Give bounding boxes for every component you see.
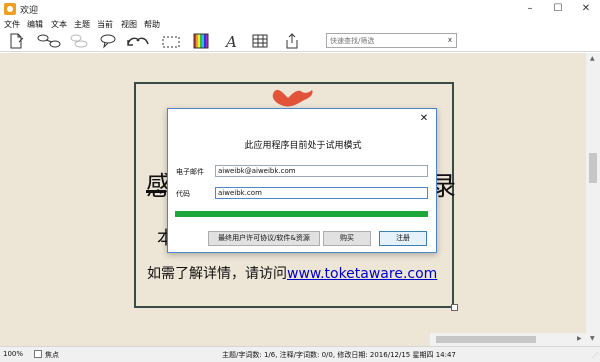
menu-view[interactable]: 视图 <box>121 19 137 30</box>
register-button[interactable]: 注册 <box>379 231 427 246</box>
maximize-button[interactable]: ☐ <box>544 0 572 18</box>
table-icon[interactable] <box>251 32 269 50</box>
horizontal-scroll-thumb[interactable] <box>436 336 536 343</box>
title-bar: 欢迎 – ☐ ✕ <box>0 0 600 18</box>
visit-info: 如需了解详情，请访问www.toketaware.com <box>147 263 437 283</box>
scroll-right-icon[interactable]: ▶ <box>577 335 582 342</box>
export-icon[interactable] <box>283 32 301 50</box>
new-document-icon[interactable] <box>7 32 25 50</box>
email-label: 电子邮件 <box>176 168 204 176</box>
menu-help[interactable]: 帮助 <box>144 19 160 30</box>
topic-underline <box>146 190 166 193</box>
menu-edit[interactable]: 编辑 <box>27 19 43 30</box>
visit-prefix: 如需了解详情，请访问 <box>147 266 287 282</box>
email-field[interactable]: aiweibk@aiweibk.com <box>215 165 428 177</box>
app-icon <box>4 3 16 15</box>
search-box: x <box>326 33 457 48</box>
menu-topic[interactable]: 主题 <box>74 19 90 30</box>
font-icon[interactable]: A <box>222 32 240 50</box>
code-field[interactable]: aiweibk.com <box>215 187 428 199</box>
window-title: 欢迎 <box>20 6 39 16</box>
search-input[interactable] <box>327 34 445 47</box>
status-bar: 100% 焦点 主题/字词数: 1/6, 注释/字词数: 0/0, 修改日期: … <box>0 346 600 362</box>
buy-button[interactable]: 购买 <box>323 231 371 246</box>
trial-progress-bar <box>175 211 428 217</box>
search-clear-button[interactable]: x <box>445 34 455 47</box>
color-icon[interactable] <box>192 32 210 50</box>
boundary-icon[interactable] <box>160 32 182 50</box>
vertical-scroll-thumb[interactable] <box>589 153 597 183</box>
undo-redo-icon[interactable] <box>125 32 151 50</box>
group-topics-icon[interactable] <box>68 32 90 50</box>
toolbar: A x <box>0 30 600 52</box>
link-topics-icon[interactable] <box>36 32 62 50</box>
code-label: 代码 <box>176 190 190 198</box>
topic-resize-handle[interactable] <box>451 304 458 311</box>
focus-checkbox[interactable] <box>34 350 42 358</box>
eula-button[interactable]: 最终用户许可协议/软件&资源 <box>208 231 320 246</box>
zoom-level[interactable]: 100% <box>3 350 23 358</box>
menu-text[interactable]: 文本 <box>51 19 67 30</box>
trial-progress-fill <box>175 211 428 217</box>
trial-dialog: ✕ 此应用程序目前处于试用模式 电子邮件 aiweibk@aiweibk.com… <box>167 108 437 253</box>
callout-icon[interactable] <box>99 32 117 50</box>
resize-grip-icon[interactable]: ⋰ <box>592 352 598 359</box>
vertical-scrollbar[interactable]: ▲ ▼ <box>586 53 600 346</box>
scroll-up-icon[interactable]: ▲ <box>590 55 595 62</box>
horizontal-scrollbar[interactable]: ▶ <box>430 333 586 346</box>
menu-file[interactable]: 文件 <box>4 19 20 30</box>
status-info: 主题/字词数: 1/6, 注释/字词数: 0/0, 修改日期: 2016/12/… <box>222 351 456 359</box>
minimize-button[interactable]: – <box>516 0 544 18</box>
close-window-button[interactable]: ✕ <box>572 0 600 18</box>
scroll-down-icon[interactable]: ▼ <box>590 335 595 342</box>
menu-bar: 文件 编辑 文本 主题 当前 视图 帮助 <box>0 18 600 30</box>
dialog-title: 此应用程序目前处于试用模式 <box>244 141 362 151</box>
dialog-close-button[interactable]: ✕ <box>418 113 430 125</box>
menu-current[interactable]: 当前 <box>97 19 113 30</box>
focus-label: 焦点 <box>45 351 59 359</box>
svg-text:A: A <box>224 33 237 50</box>
website-link[interactable]: www.toketaware.com <box>287 266 437 282</box>
